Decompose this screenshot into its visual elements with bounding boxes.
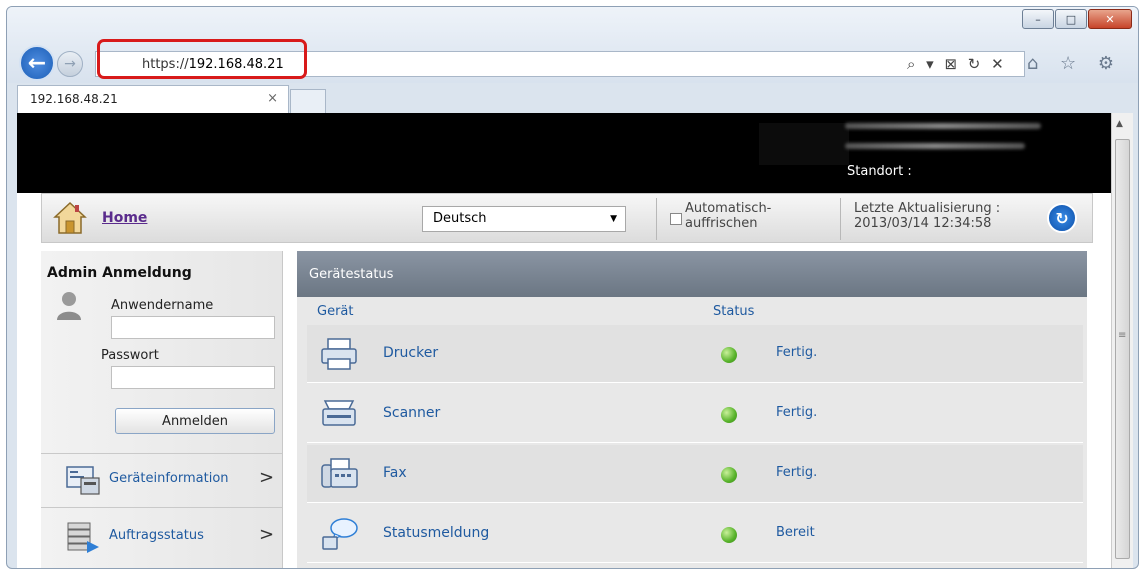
username-input[interactable] — [111, 316, 275, 339]
sidebar-item-label: Geräteinformation — [109, 471, 229, 486]
address-highlight-annotation — [97, 39, 307, 79]
scrollbar-thumb[interactable]: ≡ — [1115, 139, 1130, 559]
home-icon[interactable] — [52, 200, 88, 236]
redacted-block — [759, 123, 849, 165]
column-header-status: Status — [713, 304, 755, 319]
device-name[interactable]: Statusmeldung — [383, 525, 489, 541]
home-favorites-settings-icons[interactable]: ⌂ ☆ ⚙ — [1027, 53, 1122, 74]
device-name[interactable]: Scanner — [383, 405, 440, 421]
divider — [656, 198, 657, 240]
admin-login-title: Admin Anmeldung — [47, 265, 192, 281]
redacted-line — [845, 143, 1025, 149]
sidebar-item-label: Auftragsstatus — [109, 528, 204, 543]
new-tab-button[interactable] — [290, 89, 326, 113]
sidebar: Admin Anmeldung Anwendername Passwort An… — [41, 251, 283, 568]
chevron-right-icon: > — [259, 467, 275, 488]
redacted-line — [845, 123, 1041, 129]
home-link[interactable]: Home — [102, 210, 147, 226]
browser-toolbar: – □ ✕ ← → https://192.168.48.21 ⌕ ▾ ⊠ ↻ … — [7, 7, 1138, 113]
tab-close-icon[interactable]: × — [267, 91, 278, 106]
table-row[interactable]: Statusmeldung Bereit — [307, 505, 1083, 563]
status-text: Fertig. — [776, 465, 818, 480]
language-select[interactable]: Deutsch ▼ — [422, 206, 626, 232]
address-tools-icons[interactable]: ⌕ ▾ ⊠ ↻ ✕ — [907, 55, 1007, 73]
table-row[interactable]: Scanner Fertig. — [307, 385, 1083, 443]
divider — [41, 453, 283, 454]
location-label: Standort : — [847, 164, 912, 179]
sidebar-item-device-info[interactable]: Geräteinformation > — [41, 456, 283, 504]
status-ok-icon — [721, 467, 737, 483]
tab-title: 192.168.48.21 — [30, 92, 118, 106]
printer-icon — [321, 338, 357, 370]
username-label: Anwendername — [111, 298, 214, 313]
last-update-timestamp: 2013/03/14 12:34:58 — [854, 216, 992, 231]
last-update-label: Letzte Aktualisierung : — [854, 201, 1001, 216]
status-ok-icon — [721, 347, 737, 363]
auto-refresh-label: Automatisch- auffrischen — [685, 201, 805, 231]
page-content: Standort : Home Deutsch ▼ Automatisch- a… — [17, 113, 1111, 568]
table-row[interactable]: Fax Fertig. — [307, 445, 1083, 503]
grip-icon: ≡ — [1118, 330, 1127, 341]
divider — [840, 198, 841, 240]
minimize-button[interactable]: – — [1022, 9, 1054, 29]
chevron-right-icon: > — [259, 524, 275, 545]
auto-refresh-label-line2: auffrischen — [685, 216, 758, 231]
language-selected-value: Deutsch — [433, 211, 487, 226]
status-text: Bereit — [776, 525, 815, 540]
auto-refresh-label-line1: Automatisch- — [685, 201, 772, 216]
forward-button[interactable]: → — [57, 51, 83, 77]
login-button[interactable]: Anmelden — [115, 408, 275, 434]
table-row[interactable]: Drucker Fertig. — [307, 325, 1083, 383]
auto-refresh-checkbox[interactable] — [670, 213, 682, 225]
status-message-icon — [322, 518, 358, 550]
home-bar: Home Deutsch ▼ Automatisch- auffrischen … — [41, 193, 1093, 243]
last-update: Letzte Aktualisierung : 2013/03/14 12:34… — [854, 201, 1044, 231]
status-ok-icon — [721, 407, 737, 423]
back-button[interactable]: ← — [19, 45, 55, 81]
fax-icon — [321, 458, 358, 488]
window-controls: – □ ✕ — [1021, 9, 1132, 29]
sidebar-item-job-status[interactable]: Auftragsstatus > — [41, 513, 283, 561]
password-label: Passwort — [101, 348, 159, 363]
tab-active[interactable]: 192.168.48.21 × — [17, 85, 289, 113]
password-input[interactable] — [111, 366, 275, 389]
divider — [41, 507, 283, 508]
status-text: Fertig. — [776, 405, 818, 420]
maximize-button[interactable]: □ — [1055, 9, 1087, 29]
vertical-scrollbar[interactable]: ▲ ≡ — [1111, 113, 1133, 568]
scanner-icon — [322, 400, 356, 426]
device-name[interactable]: Fax — [383, 465, 407, 481]
panel-title: Gerätestatus — [297, 251, 1087, 297]
refresh-icon[interactable]: ↻ — [1047, 203, 1077, 233]
column-header-device: Gerät — [317, 304, 354, 319]
status-ok-icon — [721, 527, 737, 543]
user-icon — [57, 292, 81, 320]
chevron-down-icon: ▼ — [610, 214, 617, 224]
page-header: Standort : — [17, 113, 1111, 193]
status-text: Fertig. — [776, 345, 818, 360]
device-status-panel: Gerätestatus Gerät Status Drucker Fertig… — [297, 251, 1087, 568]
device-name[interactable]: Drucker — [383, 345, 438, 361]
close-window-button[interactable]: ✕ — [1088, 9, 1132, 29]
browser-window: – □ ✕ ← → https://192.168.48.21 ⌕ ▾ ⊠ ↻ … — [6, 6, 1139, 569]
scroll-up-icon[interactable]: ▲ — [1116, 119, 1123, 129]
job-status-icon — [67, 522, 99, 553]
device-info-icon — [66, 466, 100, 495]
